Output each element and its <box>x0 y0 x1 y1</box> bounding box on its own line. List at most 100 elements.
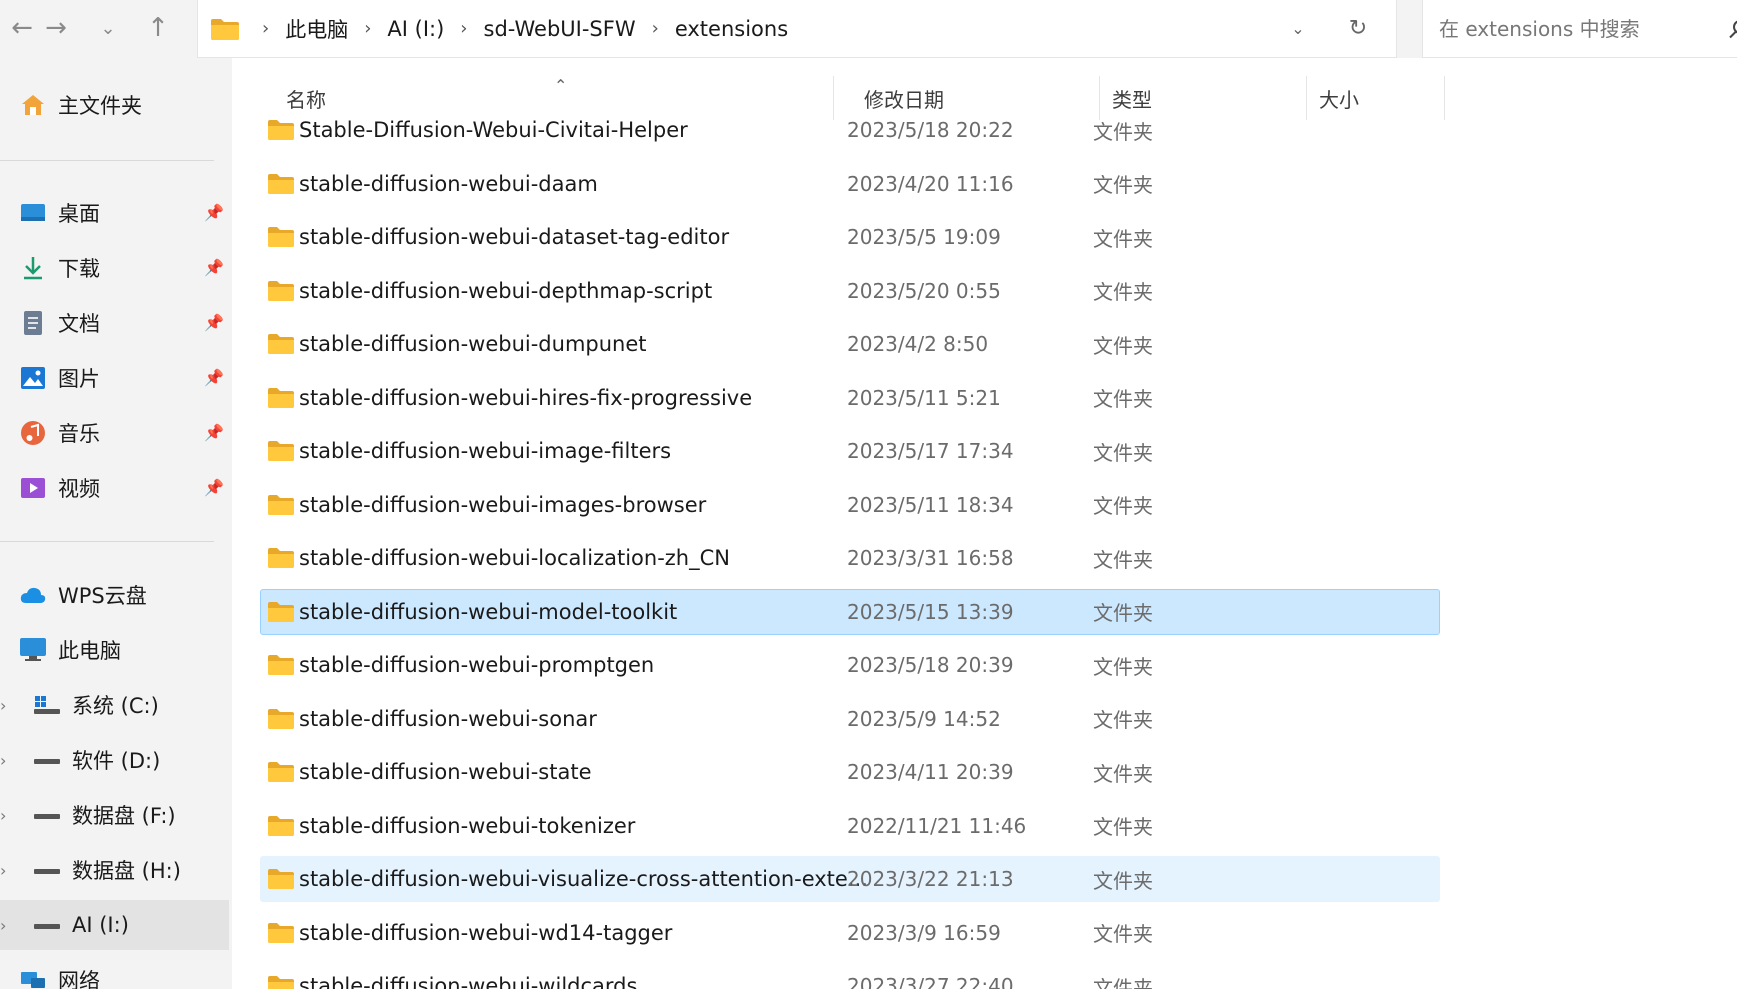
forward-button[interactable]: → <box>34 8 78 48</box>
file-date: 2023/3/27 22:40 <box>847 974 1014 989</box>
file-row[interactable]: stable-diffusion-webui-dataset-tag-edito… <box>260 214 1440 260</box>
file-row[interactable]: stable-diffusion-webui-promptgen 2023/5/1… <box>260 642 1440 688</box>
sidebar-item-this-pc[interactable]: 此电脑 <box>0 625 232 675</box>
file-type: 文件夹 <box>1093 922 1153 946</box>
column-header-name[interactable]: 名称 <box>266 76 834 120</box>
file-row[interactable]: stable-diffusion-webui-depthmap-script 20… <box>260 268 1440 314</box>
file-date: 2023/5/11 18:34 <box>847 492 1014 517</box>
drive-icon <box>32 857 62 883</box>
file-type: 文件夹 <box>1093 173 1153 197</box>
file-row[interactable]: stable-diffusion-webui-visualize-cross-a… <box>260 856 1440 902</box>
file-row[interactable]: stable-diffusion-webui-daam 2023/4/20 11:… <box>260 161 1440 207</box>
refresh-icon: ↻ <box>1348 16 1368 41</box>
file-name: stable-diffusion-webui-state <box>299 760 592 784</box>
address-history-button[interactable]: ⌄ <box>1268 7 1328 51</box>
up-button[interactable]: ↑ <box>136 8 180 48</box>
breadcrumb-separator-icon: › <box>364 18 372 39</box>
folder-icon <box>268 280 294 301</box>
sidebar-item-label: WPS云盘 <box>58 584 147 608</box>
breadcrumb-separator-icon: › <box>651 18 659 39</box>
sidebar-item-drive-f[interactable]: › 数据盘 (F:) <box>0 790 232 840</box>
sidebar-item-home[interactable]: 主文件夹 <box>0 80 232 130</box>
file-row[interactable]: stable-diffusion-webui-wildcards 2023/3/2… <box>260 963 1440 989</box>
file-name: stable-diffusion-webui-hires-fix-progres… <box>299 385 753 410</box>
folder-icon <box>268 601 294 622</box>
sidebar-item-network[interactable]: 网络 <box>0 955 232 989</box>
folder-icon <box>268 120 294 140</box>
file-type: 文件夹 <box>1093 601 1153 625</box>
column-header-date[interactable]: 修改日期 <box>852 76 1100 120</box>
pin-icon[interactable]: 📌 <box>204 313 224 332</box>
pin-icon[interactable]: 📌 <box>204 258 224 277</box>
sidebar-item-drive-h[interactable]: › 数据盘 (H:) <box>0 845 232 895</box>
folder-icon <box>268 976 294 989</box>
column-header-size[interactable]: 大小 <box>1307 76 1445 120</box>
file-type: 文件夹 <box>1093 654 1153 679</box>
arrow-up-icon: ↑ <box>147 13 169 43</box>
file-row[interactable]: stable-diffusion-webui-state 2023/4/11 20… <box>260 749 1440 795</box>
sidebar-item-drive-i[interactable]: › AI (I:) <box>0 900 229 950</box>
address-bar[interactable]: › 此电脑 › AI (I:) › sd-WebUI-SFW › extensi… <box>197 0 1397 58</box>
folder-icon <box>268 173 294 194</box>
desktop-icon <box>18 200 48 226</box>
sidebar-item-documents[interactable]: 文档 📌 <box>0 298 232 348</box>
file-name: stable-diffusion-webui-images-browser <box>299 492 707 517</box>
chevron-right-icon[interactable]: › <box>0 916 12 935</box>
file-row[interactable]: stable-diffusion-webui-tokenizer 2022/11/… <box>260 803 1440 849</box>
chevron-right-icon[interactable]: › <box>0 806 12 825</box>
chevron-right-icon[interactable]: › <box>0 751 12 770</box>
drive-icon <box>32 747 62 773</box>
breadcrumb-folder[interactable]: sd-WebUI-SFW <box>478 17 642 41</box>
folder-icon <box>268 334 294 354</box>
pin-icon[interactable]: 📌 <box>204 478 224 497</box>
file-type: 文件夹 <box>1093 815 1153 839</box>
chevron-down-icon: ⌄ <box>1291 19 1305 38</box>
sidebar-item-downloads[interactable]: 下载 📌 <box>0 243 232 293</box>
sidebar-item-pictures[interactable]: 图片 📌 <box>0 353 232 403</box>
file-row[interactable]: stable-diffusion-webui-image-filters 2023… <box>260 428 1440 474</box>
file-row[interactable]: stable-diffusion-webui-wd14-tagger 2023/3… <box>260 910 1440 956</box>
file-row[interactable]: stable-diffusion-webui-localization-zh_C… <box>260 535 1440 581</box>
file-date: 2023/4/2 8:50 <box>847 332 989 356</box>
sidebar-item-videos[interactable]: 视频 📌 <box>0 463 232 513</box>
sidebar-item-label: 文档 <box>58 312 100 336</box>
pin-icon[interactable]: 📌 <box>204 203 224 222</box>
pin-icon[interactable]: 📌 <box>204 423 224 442</box>
search-box[interactable] <box>1422 0 1737 58</box>
search-input[interactable] <box>1439 16 1709 41</box>
sidebar-item-wps-cloud[interactable]: WPS云盘 <box>0 570 232 620</box>
file-name: stable-diffusion-webui-wd14-tagger <box>299 920 673 945</box>
breadcrumb-this-pc[interactable]: 此电脑 <box>279 14 354 44</box>
file-row[interactable]: stable-diffusion-webui-hires-fix-progres… <box>260 375 1440 421</box>
chevron-right-icon[interactable]: › <box>0 696 12 715</box>
sidebar-item-desktop[interactable]: 桌面 📌 <box>0 188 232 238</box>
folder-icon <box>268 655 294 675</box>
column-header-type[interactable]: 类型 <box>1100 76 1307 120</box>
file-row[interactable]: stable-diffusion-webui-dumpunet 2023/4/2 … <box>260 321 1440 367</box>
sidebar-item-drive-c[interactable]: › 系统 (C:) <box>0 680 232 730</box>
sidebar-item-drive-d[interactable]: › 软件 (D:) <box>0 735 232 785</box>
recent-locations-button[interactable]: ⌄ <box>86 8 130 48</box>
file-row[interactable]: stable-diffusion-webui-images-browser 202… <box>260 482 1440 528</box>
sidebar-item-music[interactable]: 音乐 📌 <box>0 408 232 458</box>
file-type: 文件夹 <box>1093 280 1153 304</box>
file-date: 2023/5/11 5:21 <box>847 385 1001 410</box>
file-date: 2023/5/15 13:39 <box>847 599 1014 624</box>
sidebar-item-label: 桌面 <box>58 202 100 226</box>
chevron-right-icon[interactable]: › <box>0 861 12 880</box>
breadcrumb-current[interactable]: extensions <box>669 17 794 41</box>
folder-icon <box>268 548 294 568</box>
pin-icon[interactable]: 📌 <box>204 368 224 387</box>
file-date: 2022/11/21 11:46 <box>847 813 1027 838</box>
breadcrumb-drive[interactable]: AI (I:) <box>381 17 450 41</box>
folder-icon <box>268 708 294 729</box>
file-row[interactable]: stable-diffusion-webui-sonar 2023/5/9 14:… <box>260 696 1440 742</box>
file-name: stable-diffusion-webui-daam <box>299 171 598 196</box>
folder-icon <box>211 18 239 40</box>
file-date: 2023/4/11 20:39 <box>847 760 1014 784</box>
refresh-button[interactable]: ↻ <box>1328 7 1388 51</box>
file-name: stable-diffusion-webui-model-toolkit <box>299 599 678 624</box>
file-date: 2023/5/18 20:39 <box>847 653 1014 677</box>
folder-icon <box>268 387 294 408</box>
file-row[interactable]: stable-diffusion-webui-model-toolkit 2023… <box>260 588 1440 635</box>
